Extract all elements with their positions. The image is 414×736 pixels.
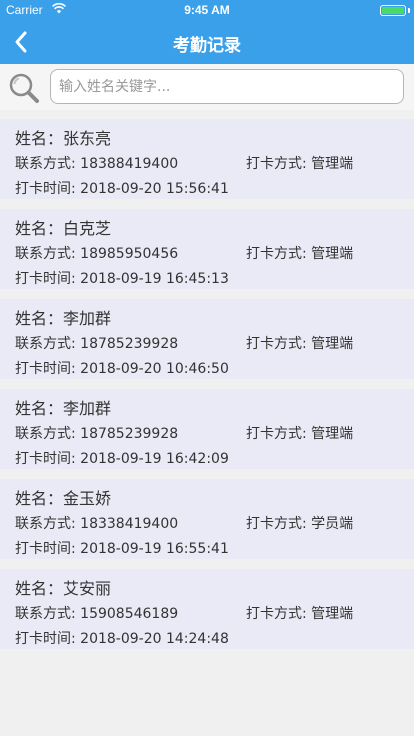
record-time: 打卡时间: 2018-09-20 10:46:50 bbox=[15, 361, 229, 377]
record-name: 姓名：金玉娇 bbox=[15, 489, 112, 508]
record-phone: 联系方式: 18388419400 bbox=[15, 156, 179, 172]
clock-time: 9:45 AM bbox=[184, 3, 230, 17]
record-phone: 联系方式: 18785239928 bbox=[15, 426, 179, 442]
search-input[interactable] bbox=[50, 69, 404, 104]
battery-tip bbox=[408, 8, 410, 13]
record-phone: 联系方式: 15908546189 bbox=[15, 606, 179, 622]
record-card[interactable]: 姓名：张东亮 联系方式: 18388419400 打卡方式: 管理端 打卡时间:… bbox=[0, 119, 414, 199]
record-name: 姓名：白克芝 bbox=[15, 219, 112, 238]
record-method: 打卡方式: 管理端 bbox=[246, 156, 354, 172]
record-method: 打卡方式: 管理端 bbox=[246, 606, 354, 622]
record-phone: 联系方式: 18985950456 bbox=[15, 246, 179, 262]
record-method: 打卡方式: 管理端 bbox=[246, 246, 354, 262]
record-time: 打卡时间: 2018-09-20 15:56:41 bbox=[15, 181, 229, 197]
attendance-list: 姓名：张东亮 联系方式: 18388419400 打卡方式: 管理端 打卡时间:… bbox=[0, 119, 414, 659]
record-time: 打卡时间: 2018-09-19 16:55:41 bbox=[15, 541, 229, 557]
record-name: 姓名：艾安丽 bbox=[15, 579, 112, 598]
record-card[interactable]: 姓名：李加群 联系方式: 18785239928 打卡方式: 管理端 打卡时间:… bbox=[0, 389, 414, 469]
record-time: 打卡时间: 2018-09-19 16:45:13 bbox=[15, 271, 229, 287]
record-name: 姓名：李加群 bbox=[15, 309, 112, 328]
nav-bar: 考勤记录 bbox=[0, 20, 414, 64]
record-card[interactable]: 姓名：白克芝 联系方式: 18985950456 打卡方式: 管理端 打卡时间:… bbox=[0, 209, 414, 289]
record-card[interactable]: 姓名：金玉娇 联系方式: 18338419400 打卡方式: 学员端 打卡时间:… bbox=[0, 479, 414, 559]
record-phone: 联系方式: 18785239928 bbox=[15, 336, 179, 352]
header: Carrier 9:45 AM 考勤记录 bbox=[0, 0, 414, 64]
record-name: 姓名：李加群 bbox=[15, 399, 112, 418]
record-method: 打卡方式: 管理端 bbox=[246, 426, 354, 442]
record-time: 打卡时间: 2018-09-20 14:24:48 bbox=[15, 631, 229, 647]
record-card[interactable]: 姓名：李加群 联系方式: 18785239928 打卡方式: 管理端 打卡时间:… bbox=[0, 299, 414, 379]
record-method: 打卡方式: 管理端 bbox=[246, 336, 354, 352]
page-title: 考勤记录 bbox=[173, 36, 241, 56]
record-time: 打卡时间: 2018-09-19 16:42:09 bbox=[15, 451, 229, 467]
record-phone: 联系方式: 18338419400 bbox=[15, 516, 179, 532]
record-card[interactable]: 姓名：艾安丽 联系方式: 15908546189 打卡方式: 管理端 打卡时间:… bbox=[0, 569, 414, 649]
search-icon[interactable] bbox=[6, 70, 42, 104]
battery-icon bbox=[380, 5, 406, 16]
record-name: 姓名：张东亮 bbox=[15, 129, 112, 148]
status-bar: Carrier 9:45 AM bbox=[0, 0, 414, 20]
record-method: 打卡方式: 学员端 bbox=[246, 516, 354, 532]
search-bar bbox=[0, 64, 414, 110]
